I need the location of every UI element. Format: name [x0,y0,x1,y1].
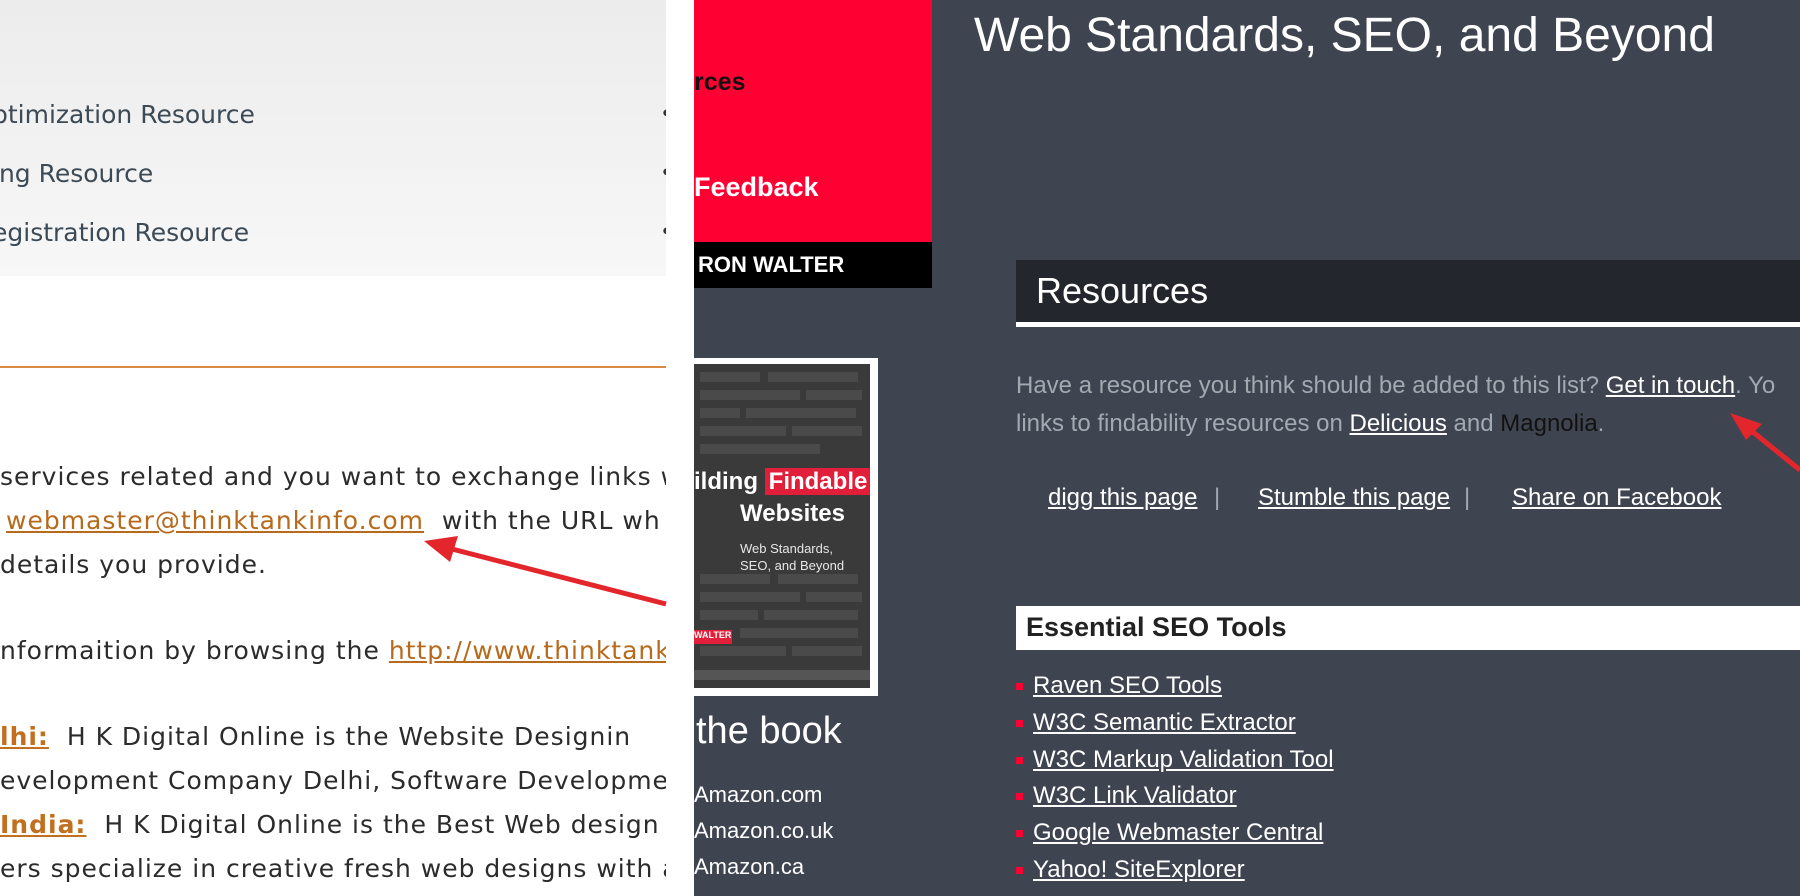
arrow-to-email-icon [447,545,667,607]
arrow-head-icon [424,536,458,562]
annotation-arrows [424,413,1800,607]
arrow-to-get-in-touch-icon [1746,426,1800,472]
